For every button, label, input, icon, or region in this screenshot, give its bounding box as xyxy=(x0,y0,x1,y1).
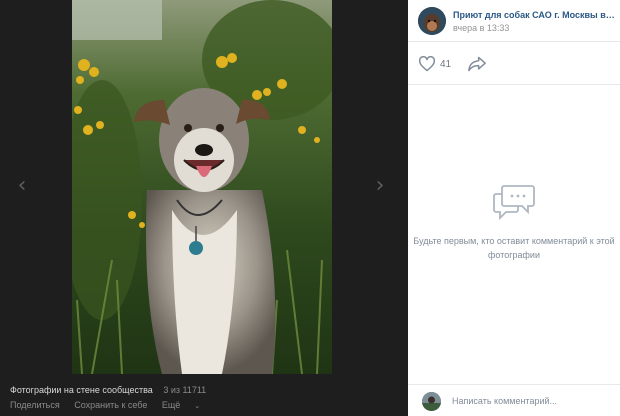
post-author: Приют для собак САО г. Москвы в ... вчер… xyxy=(408,0,620,42)
post-actions: 41 xyxy=(408,43,620,85)
photo-pane: ‹ › Фотографии на стене сообщества 3 из … xyxy=(0,0,408,416)
author-name-link[interactable]: Приют для собак САО г. Москвы в ... xyxy=(453,10,615,20)
chevron-down-icon: ⌄ xyxy=(194,402,201,410)
more-label: Ещё xyxy=(161,400,181,410)
photo-viewer: ‹ › Фотографии на стене сообщества 3 из … xyxy=(0,0,620,416)
save-link[interactable]: Сохранить к себе xyxy=(74,400,147,410)
chevron-left-icon[interactable]: ‹ xyxy=(12,172,32,200)
share-button[interactable] xyxy=(467,55,487,73)
avatar-image xyxy=(418,7,446,35)
comment-input[interactable] xyxy=(452,391,612,411)
dog-photo[interactable] xyxy=(72,0,332,374)
photo-counter: 3 из 11711 xyxy=(163,385,207,395)
like-button[interactable]: 41 xyxy=(418,55,451,73)
avatar[interactable] xyxy=(418,7,446,35)
composer-avatar xyxy=(422,392,441,411)
like-count: 41 xyxy=(440,58,452,70)
empty-comments: Будьте первым, кто оставит комментарий к… xyxy=(408,182,620,262)
comment-composer xyxy=(408,384,620,416)
chevron-right-icon[interactable]: › xyxy=(370,172,390,200)
dog-photo-image xyxy=(72,0,332,374)
photo-footer: Фотографии на стене сообщества 3 из 1171… xyxy=(10,385,400,410)
album-info: Фотографии на стене сообщества 3 из 1171… xyxy=(10,385,400,398)
post-date[interactable]: вчера в 13:33 xyxy=(453,23,509,33)
comment-bubbles-icon xyxy=(493,185,535,221)
info-panel: Приют для собак САО г. Москвы в ... вчер… xyxy=(408,0,620,416)
composer-avatar-image xyxy=(422,392,441,411)
share-link[interactable]: Поделиться xyxy=(10,400,60,410)
more-menu[interactable]: Ещё ⌄ xyxy=(162,400,212,410)
heart-icon xyxy=(418,56,436,72)
empty-comments-text: Будьте первым, кто оставит комментарий к… xyxy=(413,236,615,260)
album-title[interactable]: Фотографии на стене сообщества xyxy=(10,385,153,395)
share-arrow-icon xyxy=(468,56,486,72)
photo-actions: Поделиться Сохранить к себе Ещё ⌄ xyxy=(10,400,400,410)
